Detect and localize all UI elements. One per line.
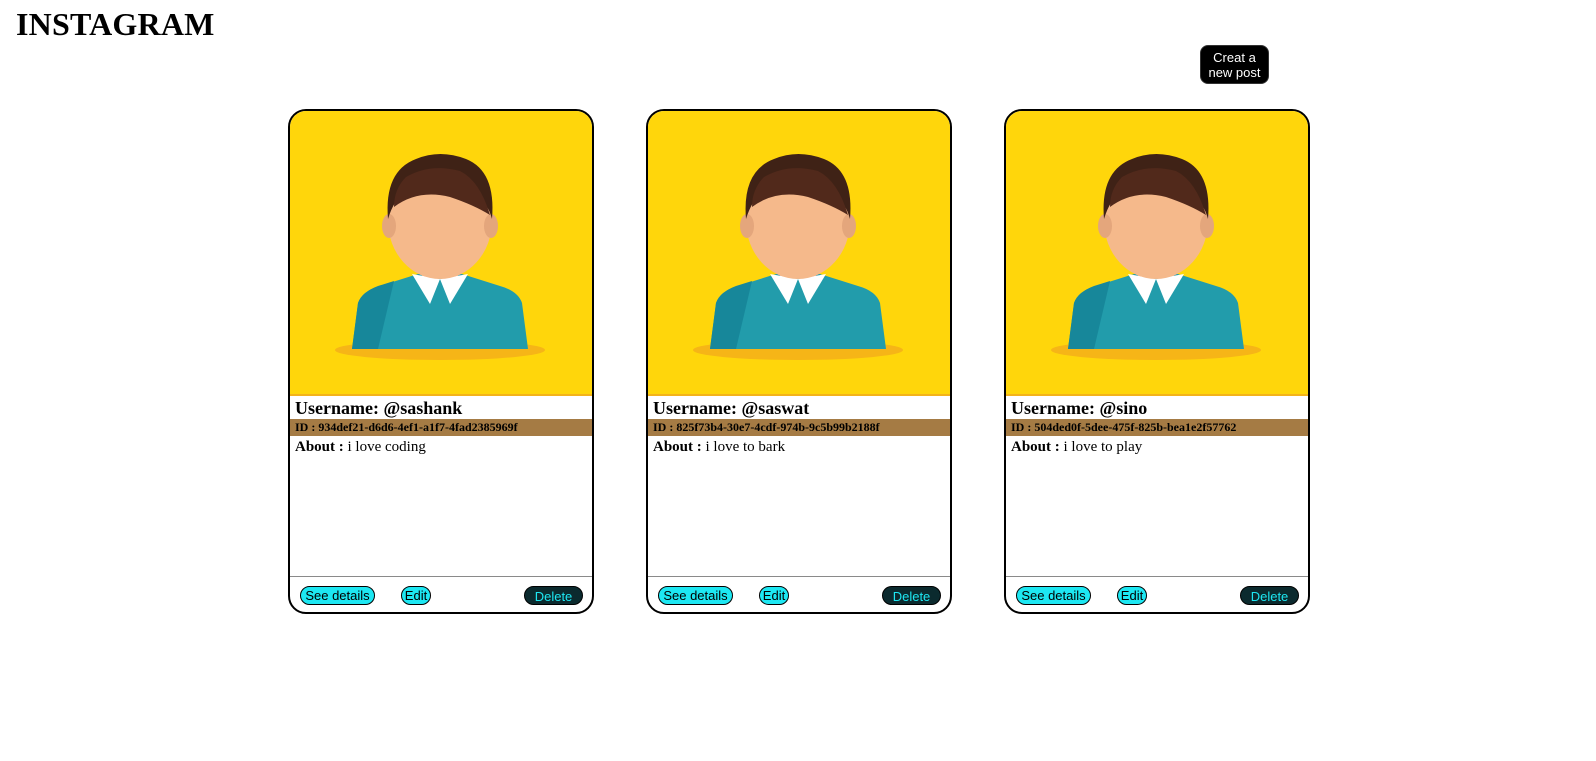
username-value: @sino (1099, 398, 1148, 418)
id-value: 504ded0f-5dee-475f-825b-bea1e2f57762 (1034, 420, 1237, 434)
username-label: Username: (653, 398, 737, 418)
delete-button[interactable]: Delete (882, 586, 941, 605)
about-line: About : i love to bark (648, 436, 950, 458)
about-value: i love to play (1063, 439, 1143, 455)
card-actions: See details Edit Delete (1006, 576, 1308, 612)
id-value: 934def21-d6d6-4ef1-a1f7-4fad2385969f (318, 420, 518, 434)
person-avatar-icon (290, 111, 592, 396)
person-avatar-icon (648, 111, 950, 396)
delete-button[interactable]: Delete (1240, 586, 1299, 605)
username-label: Username: (295, 398, 379, 418)
edit-button[interactable]: Edit (401, 586, 431, 605)
id-value: 825f73b4-30e7-4cdf-974b-9c5b99b2188f (676, 420, 880, 434)
about-label: About : (295, 439, 344, 455)
username-line: Username: @sino (1006, 396, 1308, 419)
about-line: About : i love coding (290, 436, 592, 458)
id-label: ID : (1011, 420, 1032, 434)
card-actions: See details Edit Delete (648, 576, 950, 612)
app-title: INSTAGRAM (16, 6, 215, 42)
about-line: About : i love to play (1006, 436, 1308, 458)
username-line: Username: @saswat (648, 396, 950, 419)
post-card: Username: @sino ID : 504ded0f-5dee-475f-… (1004, 109, 1310, 614)
create-post-button[interactable]: Creat a new post (1200, 45, 1269, 84)
delete-button[interactable]: Delete (524, 586, 583, 605)
id-label: ID : (653, 420, 674, 434)
post-card: Username: @saswat ID : 825f73b4-30e7-4cd… (646, 109, 952, 614)
post-id-bar: ID : 934def21-d6d6-4ef1-a1f7-4fad2385969… (290, 419, 592, 436)
username-value: @saswat (741, 398, 810, 418)
card-actions: See details Edit Delete (290, 576, 592, 612)
about-label: About : (653, 439, 702, 455)
post-id-bar: ID : 825f73b4-30e7-4cdf-974b-9c5b99b2188… (648, 419, 950, 436)
username-value: @sashank (383, 398, 463, 418)
post-card-list: Username: @sashank ID : 934def21-d6d6-4e… (288, 109, 1310, 614)
person-avatar-icon (1006, 111, 1308, 396)
about-value: i love to bark (705, 439, 786, 455)
edit-button[interactable]: Edit (759, 586, 789, 605)
post-id-bar: ID : 504ded0f-5dee-475f-825b-bea1e2f5776… (1006, 419, 1308, 436)
about-value: i love coding (347, 439, 426, 455)
see-details-button[interactable]: See details (300, 586, 375, 605)
about-label: About : (1011, 439, 1060, 455)
username-line: Username: @sashank (290, 396, 592, 419)
see-details-button[interactable]: See details (1016, 586, 1091, 605)
username-label: Username: (1011, 398, 1095, 418)
see-details-button[interactable]: See details (658, 586, 733, 605)
edit-button[interactable]: Edit (1117, 586, 1147, 605)
id-label: ID : (295, 420, 316, 434)
post-card: Username: @sashank ID : 934def21-d6d6-4e… (288, 109, 594, 614)
